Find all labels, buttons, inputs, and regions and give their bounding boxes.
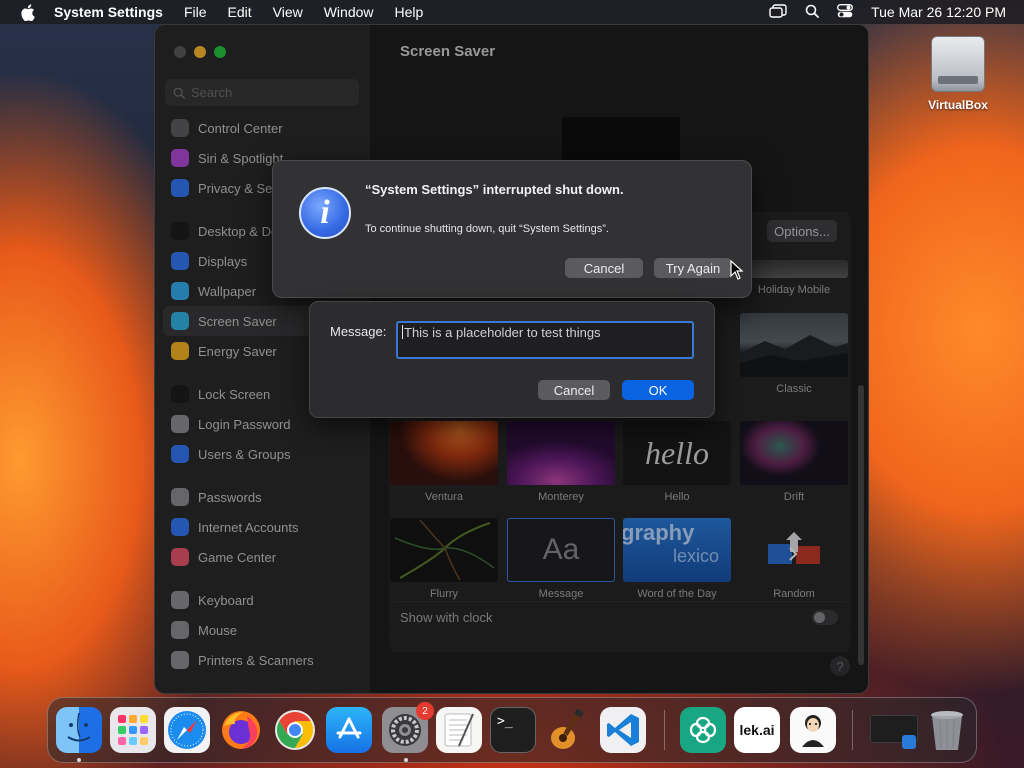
dock-minimized-window[interactable] (868, 707, 920, 753)
alert-cancel-button[interactable]: Cancel (565, 258, 643, 278)
alert-title: “System Settings” interrupted shut down. (365, 182, 624, 197)
dock-safari[interactable] (164, 707, 210, 753)
message-input-value: This is a placeholder to test things (404, 325, 601, 340)
dock-chatgpt[interactable] (680, 707, 726, 753)
garageband-icon (551, 708, 584, 749)
menu-edit[interactable]: Edit (228, 4, 252, 20)
try-again-button[interactable]: Try Again (654, 258, 732, 278)
running-indicator (404, 758, 408, 762)
dock-vscode[interactable] (600, 707, 646, 753)
menu-view[interactable]: View (273, 4, 303, 20)
mouse-cursor-icon (730, 260, 744, 280)
finder-icon (67, 712, 91, 742)
stage-manager-icon[interactable] (769, 3, 787, 21)
trash-icon (931, 711, 963, 750)
external-drive-icon (931, 36, 985, 92)
terminal-icon: >_ (497, 714, 513, 729)
dock-avatar-app[interactable] (790, 707, 836, 753)
chatgpt-icon (689, 716, 717, 744)
desktop-icon-label: VirtualBox (928, 98, 988, 112)
settings-badge-icon (902, 735, 916, 749)
menu-bar: System Settings File Edit View Window He… (0, 0, 1024, 24)
message-ok-button[interactable]: OK (622, 380, 694, 400)
textedit-icon (444, 713, 474, 747)
dock-separator (664, 710, 665, 750)
vscode-icon (607, 714, 639, 746)
apple-menu-icon[interactable] (18, 3, 36, 21)
dock-garageband[interactable] (544, 707, 590, 753)
text-caret (402, 325, 403, 339)
dock-finder[interactable] (56, 707, 102, 753)
dock-lek-ai[interactable]: lek.ai (734, 707, 780, 753)
dock-textedit[interactable] (436, 707, 482, 753)
avatar-app-icon (802, 715, 824, 747)
desktop-icon-virtualbox[interactable]: VirtualBox (922, 36, 994, 112)
message-label: Message: (330, 324, 387, 339)
safari-icon (168, 711, 206, 749)
app-store-icon (336, 717, 362, 739)
chrome-icon (275, 710, 315, 750)
dock-chrome[interactable] (272, 707, 318, 753)
menu-window[interactable]: Window (324, 4, 374, 20)
info-icon: i (299, 187, 351, 239)
dock-separator (852, 710, 853, 750)
control-center-icon[interactable] (837, 3, 854, 21)
menu-bar-clock[interactable]: Tue Mar 26 12:20 PM (871, 4, 1006, 20)
dock-app-store[interactable] (326, 707, 372, 753)
lek-ai-icon: lek.ai (739, 722, 775, 738)
message-input[interactable]: This is a placeholder to test things (396, 321, 694, 359)
alert-message: To continue shutting down, quit “System … (365, 223, 609, 235)
dock-launchpad[interactable] (110, 707, 156, 753)
spotlight-search-icon[interactable] (805, 4, 820, 21)
running-indicator (77, 758, 81, 762)
shutdown-alert-dialog: i “System Settings” interrupted shut dow… (272, 160, 752, 298)
notification-badge: 2 (416, 702, 434, 720)
menu-help[interactable]: Help (395, 4, 424, 20)
dock-terminal[interactable]: >_ (490, 707, 536, 753)
message-cancel-button[interactable]: Cancel (538, 380, 610, 400)
launchpad-icon (118, 715, 148, 745)
message-sheet: Message: This is a placeholder to test t… (309, 301, 715, 418)
dock-firefox[interactable] (218, 707, 264, 753)
firefox-icon (222, 711, 260, 749)
menu-file[interactable]: File (184, 4, 207, 20)
dock: 2 >_ lek.ai (47, 697, 977, 763)
menu-app-name[interactable]: System Settings (54, 4, 163, 20)
dock-trash[interactable] (924, 707, 970, 753)
